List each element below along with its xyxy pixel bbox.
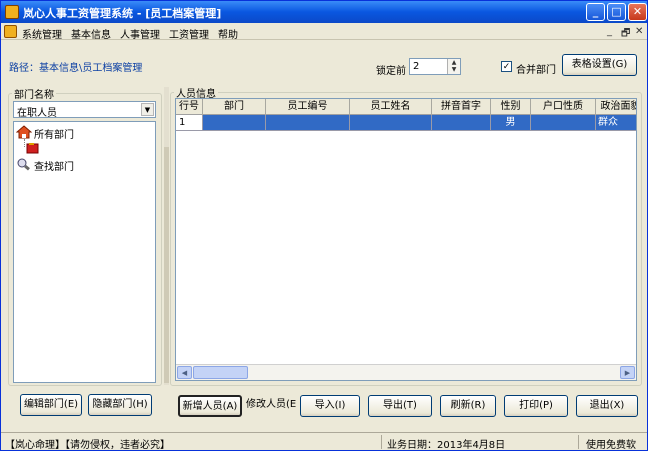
main-window: 岚心人事工资管理系统 - [员工档案管理] _ □ ✕ 系统管理 基本信息 人事…: [0, 0, 648, 451]
scroll-right-icon[interactable]: ▶: [620, 366, 635, 379]
minimize-button[interactable]: _: [586, 3, 605, 21]
horizontal-scrollbar[interactable]: ◀ ▶: [176, 364, 636, 380]
splitter-bar[interactable]: [164, 147, 169, 383]
col-household-type[interactable]: 户口性质: [531, 99, 596, 115]
import-button[interactable]: 导入(I): [300, 395, 360, 417]
scroll-left-icon[interactable]: ◀: [177, 366, 192, 379]
app-icon: [5, 5, 19, 19]
cell-household-type[interactable]: [531, 115, 596, 131]
grid-header: 行号 部门 员工编号 员工姓名 拼音首字 性别 户口性质 政治面貌: [176, 99, 637, 115]
add-employee-button[interactable]: 新增人员(A): [178, 395, 242, 417]
spinner-arrows-icon[interactable]: ▲ ▼: [447, 59, 460, 74]
col-employee-id[interactable]: 员工编号: [266, 99, 350, 115]
cell-row-number[interactable]: 1: [176, 115, 203, 131]
modify-employee-button[interactable]: 修改人员(E: [246, 395, 300, 417]
col-political-status[interactable]: 政治面貌: [596, 99, 637, 115]
merge-dept-checkbox[interactable]: ✓: [501, 61, 512, 72]
lock-spinner[interactable]: 2 ▲ ▼: [409, 58, 461, 75]
menu-personnel[interactable]: 人事管理: [120, 26, 160, 41]
personnel-grid[interactable]: 行号 部门 员工编号 员工姓名 拼音首字 性别 户口性质 政治面貌 1 男 群众…: [175, 98, 637, 381]
cell-employee-id[interactable]: [266, 115, 350, 131]
department-group-title: 部门名称: [12, 86, 56, 101]
refresh-button[interactable]: 刷新(R): [440, 395, 496, 417]
col-row-number[interactable]: 行号: [176, 99, 203, 115]
menu-system[interactable]: 系统管理: [22, 26, 62, 41]
table-settings-button[interactable]: 表格设置(G): [562, 54, 637, 76]
status-combo[interactable]: 在职人员 ▼: [13, 101, 156, 119]
print-button[interactable]: 打印(P): [504, 395, 568, 417]
table-row[interactable]: 1 男 群众: [176, 115, 636, 131]
cell-political-status[interactable]: 群众: [596, 115, 636, 131]
exit-button[interactable]: 退出(X): [576, 395, 638, 417]
department-tree: 所有部门 查找部门: [13, 121, 156, 383]
chevron-down-icon[interactable]: ▼: [141, 103, 154, 116]
cell-employee-name[interactable]: [350, 115, 432, 131]
cell-pinyin[interactable]: [432, 115, 491, 131]
search-icon: [17, 158, 30, 171]
menu-bar: 系统管理 基本信息 人事管理 工资管理 帮助 _ 🗗 ✕: [1, 23, 647, 43]
status-license: 使用免费软: [586, 440, 636, 451]
col-employee-name[interactable]: 员工姓名: [350, 99, 432, 115]
merge-dept-label: 合并部门: [516, 65, 556, 76]
mdi-restore-button[interactable]: 🗗: [621, 26, 630, 43]
status-combo-value: 在职人员: [17, 108, 57, 119]
status-copyright: 【岚心命理】【请勿侵权，违者必究】: [5, 440, 170, 451]
col-gender[interactable]: 性别: [491, 99, 531, 115]
status-business-date: 业务日期：2013年4月8日: [387, 440, 506, 451]
maximize-button[interactable]: □: [607, 3, 626, 21]
title-bar[interactable]: 岚心人事工资管理系统 - [员工档案管理] _ □ ✕: [1, 1, 647, 23]
hide-department-button[interactable]: 隐藏部门(H): [88, 394, 152, 416]
col-pinyin[interactable]: 拼音首字: [432, 99, 491, 115]
menu-basic-info[interactable]: 基本信息: [71, 26, 111, 41]
edit-department-button[interactable]: 编辑部门(E): [20, 394, 82, 416]
status-divider: [381, 435, 382, 449]
window-title: 岚心人事工资管理系统 - [员工档案管理]: [23, 7, 222, 20]
menu-help[interactable]: 帮助: [218, 26, 238, 41]
tree-item-all[interactable]: 所有部门: [34, 126, 74, 141]
mdi-close-button[interactable]: ✕: [635, 26, 643, 37]
cell-department[interactable]: [203, 115, 266, 131]
status-divider: [578, 435, 579, 449]
menu-payroll[interactable]: 工资管理: [169, 26, 209, 41]
home-icon: [16, 125, 32, 139]
status-bar: 【岚心命理】【请勿侵权，违者必究】 业务日期：2013年4月8日 使用免费软: [1, 432, 647, 451]
export-button[interactable]: 导出(T): [368, 395, 432, 417]
splitter[interactable]: [164, 87, 169, 385]
app-menu-icon[interactable]: [4, 25, 17, 38]
scroll-thumb[interactable]: [193, 366, 248, 379]
col-department[interactable]: 部门: [203, 99, 266, 115]
lock-value: 2: [413, 61, 420, 72]
folder-icon: [26, 143, 39, 154]
tree-item-find[interactable]: 查找部门: [34, 158, 74, 173]
tree-line: [24, 139, 25, 147]
breadcrumb: 路径：基本信息\员工档案管理: [9, 63, 143, 74]
lock-label: 锁定前: [376, 66, 406, 77]
close-button[interactable]: ✕: [628, 3, 647, 21]
cell-gender[interactable]: 男: [491, 115, 531, 131]
mdi-minimize-button[interactable]: _: [607, 26, 612, 37]
